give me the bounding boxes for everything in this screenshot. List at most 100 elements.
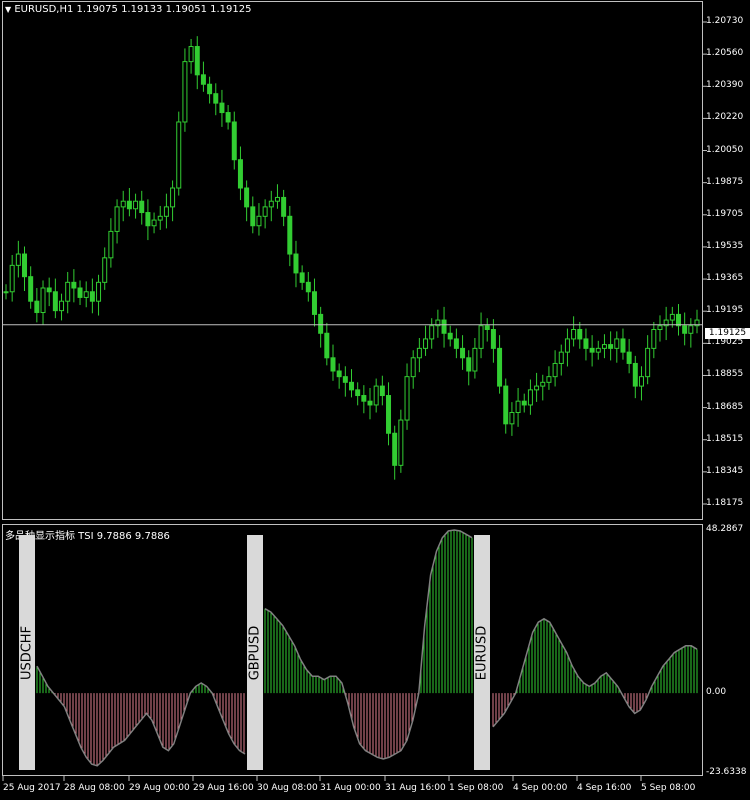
- candle-body: [521, 400, 527, 406]
- candle-body: [466, 357, 472, 372]
- candle-body: [349, 381, 354, 391]
- candle-body: [22, 253, 28, 278]
- chart-canvas: [2, 21, 707, 781]
- price-tick-label: 1.18515: [706, 433, 744, 444]
- candle-body: [336, 370, 342, 378]
- price-tick-label: 1.20220: [706, 112, 744, 123]
- candle-body: [626, 351, 632, 364]
- candle-body: [139, 200, 145, 214]
- candle-body: [268, 200, 274, 208]
- candle-body: [120, 200, 126, 208]
- symbol-label-eurusd: EURUSD: [474, 535, 490, 770]
- candle-body: [404, 376, 410, 421]
- price-tick-label: 1.19535: [706, 240, 744, 251]
- candle-body: [237, 159, 243, 189]
- candle-body: [151, 219, 157, 227]
- candle-body: [52, 291, 58, 312]
- price-tick-label: 1.19195: [706, 305, 744, 316]
- candle-body: [534, 385, 540, 391]
- candle-body: [398, 419, 404, 466]
- price-tick-label: 1.19705: [706, 208, 744, 219]
- candle-body: [126, 200, 132, 210]
- candle-body: [620, 338, 626, 353]
- candle-body: [361, 395, 367, 402]
- candle-body: [416, 347, 422, 359]
- candle-body: [231, 121, 237, 161]
- candle-body: [281, 196, 287, 217]
- candle-body: [244, 187, 250, 208]
- candle-body: [497, 347, 503, 387]
- candle-body: [503, 385, 509, 425]
- candle-body: [207, 83, 213, 95]
- candle-body: [608, 344, 614, 349]
- candle-body: [96, 281, 102, 302]
- candle-body: [299, 272, 305, 283]
- time-tick-label: 1 Sep 08:00: [449, 783, 504, 793]
- candle-body: [651, 328, 657, 349]
- candle-body: [182, 61, 188, 123]
- candle-body: [355, 389, 361, 397]
- candle-body: [256, 215, 262, 227]
- tsi-line-gbpusd: [264, 529, 473, 760]
- candle-body: [40, 287, 46, 314]
- candle-body: [478, 325, 484, 349]
- candle-body: [509, 412, 515, 425]
- candle-body: [274, 196, 280, 202]
- price-tick-label: 1.20390: [706, 80, 744, 91]
- candle-body: [305, 281, 311, 293]
- candle-body: [15, 253, 21, 266]
- candle-body: [429, 325, 435, 340]
- candle-body: [657, 325, 663, 330]
- time-tick-label: 25 Aug 2017: [3, 783, 61, 793]
- candle-body: [311, 291, 317, 315]
- candle-body: [595, 347, 601, 353]
- candle-body: [77, 287, 83, 298]
- candle-body: [515, 400, 521, 414]
- time-tick-label: 28 Aug 08:00: [64, 783, 125, 793]
- candle-body: [441, 319, 447, 334]
- candle-body: [571, 328, 577, 340]
- candle-body: [83, 291, 89, 298]
- candle-body: [645, 347, 651, 378]
- candle-body: [89, 291, 95, 302]
- candle-body: [669, 313, 675, 321]
- candle-body: [219, 102, 225, 114]
- candle-body: [287, 215, 293, 255]
- candle-body: [392, 432, 398, 466]
- price-tick-label: 1.18175: [706, 498, 744, 508]
- candle-body: [373, 385, 379, 406]
- candle-body: [318, 313, 324, 334]
- candle-body: [558, 351, 564, 364]
- candle-body: [188, 46, 194, 63]
- candle-body: [250, 206, 256, 227]
- price-tick-label: 1.20050: [706, 144, 744, 155]
- candle-body: [262, 206, 268, 217]
- price-tick-label: 1.18345: [706, 465, 744, 476]
- indicator-tick-label: -23.6338: [706, 767, 747, 777]
- candle-body: [108, 230, 114, 259]
- candle-body: [638, 376, 644, 387]
- symbol-label-usdchf: USDCHF: [19, 535, 35, 770]
- indicator-tick-label: 0.00: [706, 687, 727, 698]
- candle-body: [410, 357, 416, 378]
- candle-body: [114, 206, 120, 232]
- candle-body: [688, 325, 694, 334]
- candle-body: [46, 287, 52, 293]
- candle-body: [3, 291, 9, 294]
- candle-body: [213, 93, 219, 104]
- tsi-line-eurusd: [492, 617, 698, 728]
- candle-body: [194, 46, 200, 76]
- candle-body: [145, 212, 151, 227]
- price-tick-label: 1.19875: [706, 176, 744, 187]
- candle-body: [675, 313, 681, 327]
- candle-body: [367, 400, 373, 406]
- candle-body: [386, 395, 392, 434]
- candle-body: [540, 381, 546, 387]
- time-tick-label: 4 Sep 00:00: [513, 783, 568, 793]
- candle-body: [460, 347, 466, 359]
- candle-body: [342, 376, 348, 383]
- candle-body: [225, 112, 231, 123]
- time-tick-label: 29 Aug 00:00: [129, 783, 190, 793]
- candle-body: [601, 344, 607, 349]
- candle-body: [682, 325, 688, 334]
